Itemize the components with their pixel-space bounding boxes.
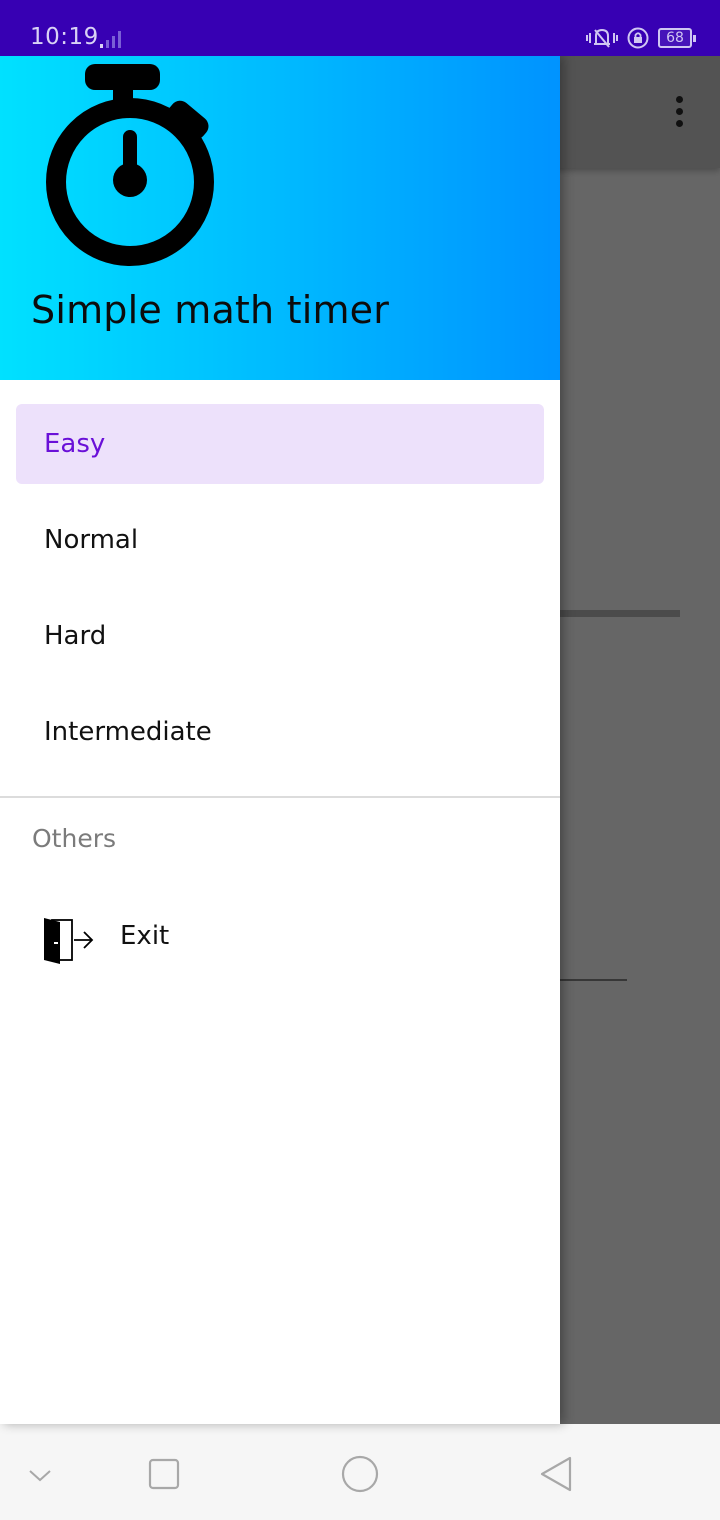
signal-strength-icon [100, 31, 121, 48]
section-title-others: Others [32, 824, 117, 853]
menu-item-label: Easy [44, 429, 106, 459]
system-navigation-bar [0, 1424, 720, 1520]
menu-item-normal[interactable]: Normal [16, 500, 544, 580]
exit-label: Exit [120, 921, 170, 951]
menu-item-label: Hard [44, 621, 107, 651]
status-time: 10:19 [30, 24, 99, 50]
menu-item-intermediate[interactable]: Intermediate [16, 692, 544, 772]
menu-item-hard[interactable]: Hard [16, 596, 544, 676]
back-triangle-icon[interactable] [534, 1452, 578, 1496]
navigation-drawer: Simple math timer Easy Normal Hard Inter… [0, 56, 560, 1424]
rotation-lock-icon [627, 27, 649, 49]
app-title: Simple math timer [31, 288, 390, 332]
home-circle-icon[interactable] [338, 1452, 382, 1496]
exit-door-icon [44, 918, 94, 964]
recents-square-icon[interactable] [142, 1452, 186, 1496]
menu-item-label: Intermediate [44, 717, 212, 747]
vibrate-icon [586, 28, 618, 48]
battery-indicator: 68 [658, 28, 696, 48]
drawer-header: Simple math timer [0, 56, 560, 380]
chevron-down-icon[interactable] [18, 1452, 62, 1496]
menu-item-exit[interactable]: Exit [16, 898, 544, 978]
section-divider [0, 796, 560, 798]
menu-item-easy[interactable]: Easy [16, 404, 544, 484]
status-icons: 68 [586, 26, 696, 50]
menu-item-label: Normal [44, 525, 139, 555]
status-bar: 10:19 68 [0, 0, 720, 56]
stopwatch-icon [46, 64, 214, 266]
